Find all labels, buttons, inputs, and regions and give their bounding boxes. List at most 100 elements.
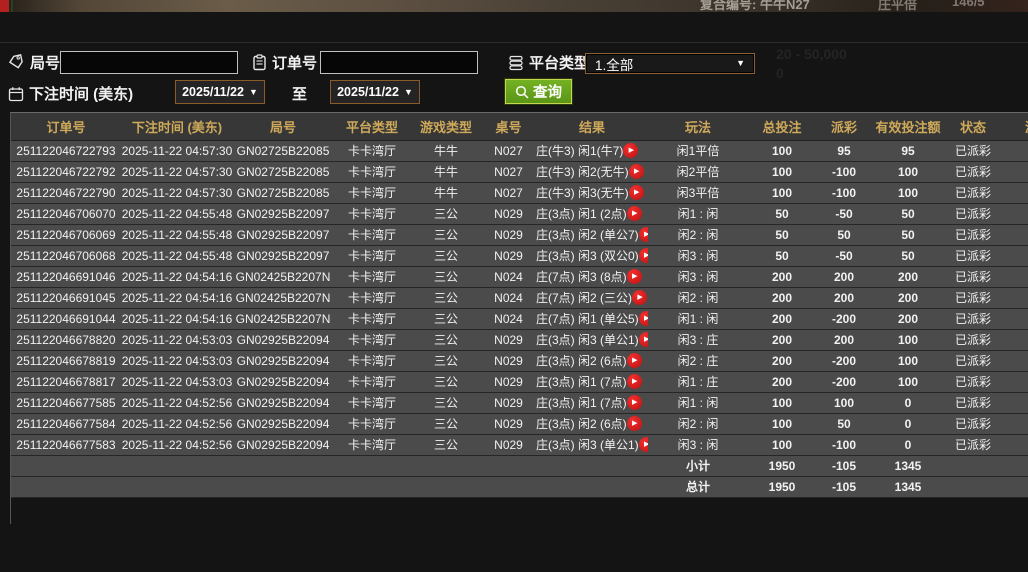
play-icon[interactable]: ▶ [626, 374, 642, 389]
play-icon[interactable]: ▶ [628, 164, 644, 179]
play-type-cell: 闲1 : 闲 [648, 308, 748, 330]
bet-time-cell: 2025-11-22 04:52:56 [121, 413, 233, 435]
date-to-button[interactable]: 2025/11/22 ▼ [330, 80, 420, 104]
game-no-input[interactable] [60, 51, 238, 74]
payout-cell: 100 [816, 392, 872, 414]
round-no-cell: GN02925B22094 [233, 350, 333, 372]
platform-cell: 卡卡湾厅 [333, 245, 411, 267]
platform-cell: 卡卡湾厅 [333, 329, 411, 351]
table-row: 251122046706068 2025-11-22 04:55:48 GN0292… [11, 245, 1028, 267]
round-no-cell: GN02425B2207N [233, 308, 333, 330]
bet-time-cell: 2025-11-22 04:52:56 [121, 392, 233, 414]
order-no-input[interactable] [320, 51, 478, 74]
col-status: 状态 [944, 113, 1002, 141]
status-cell: 已派彩 [944, 329, 1002, 351]
subtotal-spacer [11, 455, 648, 477]
play-icon[interactable]: ▶ [623, 143, 639, 158]
payout-cell: 200 [816, 329, 872, 351]
result-text: 庄(7点) 闲2 (三公) [536, 291, 633, 305]
game-cell [1002, 140, 1028, 162]
query-button-label: 查询 [533, 85, 562, 101]
status-cell: 已派彩 [944, 287, 1002, 309]
table-row: 251122046678819 2025-11-22 04:53:03 GN0292… [11, 350, 1028, 372]
game-cell [1002, 266, 1028, 288]
valid-bet-cell: 50 [872, 245, 944, 267]
table-body: 251122046722793 2025-11-22 04:57:30 GN0272… [11, 140, 1028, 456]
chevron-down-icon: ▼ [248, 86, 258, 97]
table-row: 251122046722792 2025-11-22 04:57:30 GN0272… [11, 161, 1028, 183]
play-icon[interactable]: ▶ [638, 332, 648, 347]
col-result: 结果 [536, 113, 648, 141]
play-icon[interactable]: ▶ [626, 353, 642, 368]
platform-cell: 卡卡湾厅 [333, 224, 411, 246]
result-cell: 庄(3点) 闲3 (单公1)▶ [536, 434, 648, 456]
clipboard-icon [252, 54, 267, 71]
play-type-cell: 闲2 : 庄 [648, 350, 748, 372]
play-icon[interactable]: ▶ [638, 248, 648, 263]
valid-bet-cell: 200 [872, 287, 944, 309]
round-no-cell: GN02725B22085 [233, 140, 333, 162]
play-icon[interactable]: ▶ [626, 395, 642, 410]
game-cell [1002, 434, 1028, 456]
platform-type-select[interactable]: 1.全部 ▼ [585, 53, 755, 74]
status-cell: 已派彩 [944, 203, 1002, 225]
total-bet-cell: 50 [748, 224, 816, 246]
order-no-cell: 251122046706070 [11, 203, 121, 225]
col-play-type: 玩法 [648, 113, 748, 141]
play-icon[interactable]: ▶ [632, 290, 648, 305]
payout-cell: 50 [816, 224, 872, 246]
game-type-cell: 三公 [411, 413, 481, 435]
order-no-cell: 251122046677584 [11, 413, 121, 435]
game-cell [1002, 203, 1028, 225]
result-cell: 庄(牛3) 闲2(无牛) ▶ [536, 161, 648, 183]
table-no-cell: N024 [481, 266, 536, 288]
play-icon[interactable]: ▶ [638, 227, 648, 242]
game-type-cell: 三公 [411, 308, 481, 330]
play-icon[interactable]: ▶ [626, 269, 642, 284]
table-no-cell: N029 [481, 371, 536, 393]
clipped-table-title: 复合编号: 牛牛N27 [700, 0, 810, 12]
result-text: 庄(3点) 闲3 (单公1) [536, 333, 639, 347]
bet-time-cell: 2025-11-22 04:55:48 [121, 245, 233, 267]
col-game: 游戏 [1002, 113, 1028, 141]
play-icon[interactable]: ▶ [626, 206, 642, 221]
total-total-bet: 1950 [748, 476, 816, 498]
chevron-down-icon: ▼ [736, 58, 745, 68]
table-no-cell: N029 [481, 392, 536, 414]
result-text: 庄(3点) 闲1 (7点) [536, 396, 627, 410]
game-type-cell: 三公 [411, 245, 481, 267]
date-from-button[interactable]: 2025/11/22 ▼ [175, 80, 265, 104]
bet-time-cell: 2025-11-22 04:54:16 [121, 308, 233, 330]
order-no-cell: 251122046678817 [11, 371, 121, 393]
round-no-cell: GN02925B22094 [233, 413, 333, 435]
game-type-cell: 牛牛 [411, 140, 481, 162]
play-type-cell: 闲1 : 闲 [648, 203, 748, 225]
table-no-cell: N029 [481, 413, 536, 435]
play-icon[interactable]: ▶ [638, 437, 648, 452]
platform-cell: 卡卡湾厅 [333, 350, 411, 372]
result-text: 庄(牛3) 闲2(无牛) [536, 165, 629, 179]
query-button[interactable]: 查询 [505, 79, 572, 104]
order-no-cell: 251122046691044 [11, 308, 121, 330]
calendar-icon [8, 86, 24, 102]
order-no-cell: 251122046706068 [11, 245, 121, 267]
play-icon[interactable]: ▶ [628, 185, 644, 200]
order-no-label: 订单号 [272, 55, 318, 72]
play-icon[interactable]: ▶ [626, 416, 642, 431]
table-no-cell: N024 [481, 287, 536, 309]
result-cell: 庄(牛3) 闲1(牛7) ▶ [536, 140, 648, 162]
subtotal-label: 小计 [648, 455, 748, 477]
play-icon[interactable]: ▶ [638, 311, 648, 326]
table-no-cell: N024 [481, 308, 536, 330]
chevron-down-icon: ▼ [403, 86, 413, 97]
status-cell: 已派彩 [944, 245, 1002, 267]
round-no-cell: GN02925B22097 [233, 203, 333, 225]
round-no-cell: GN02725B22085 [233, 161, 333, 183]
result-text: 庄(7点) 闲1 (单公5) [536, 312, 639, 326]
play-type-cell: 闲2 : 闲 [648, 413, 748, 435]
game-cell [1002, 413, 1028, 435]
round-no-cell: GN02925B22097 [233, 224, 333, 246]
table-row: 251122046678817 2025-11-22 04:53:03 GN0292… [11, 371, 1028, 393]
play-type-cell: 闲1 : 庄 [648, 371, 748, 393]
game-cell [1002, 350, 1028, 372]
